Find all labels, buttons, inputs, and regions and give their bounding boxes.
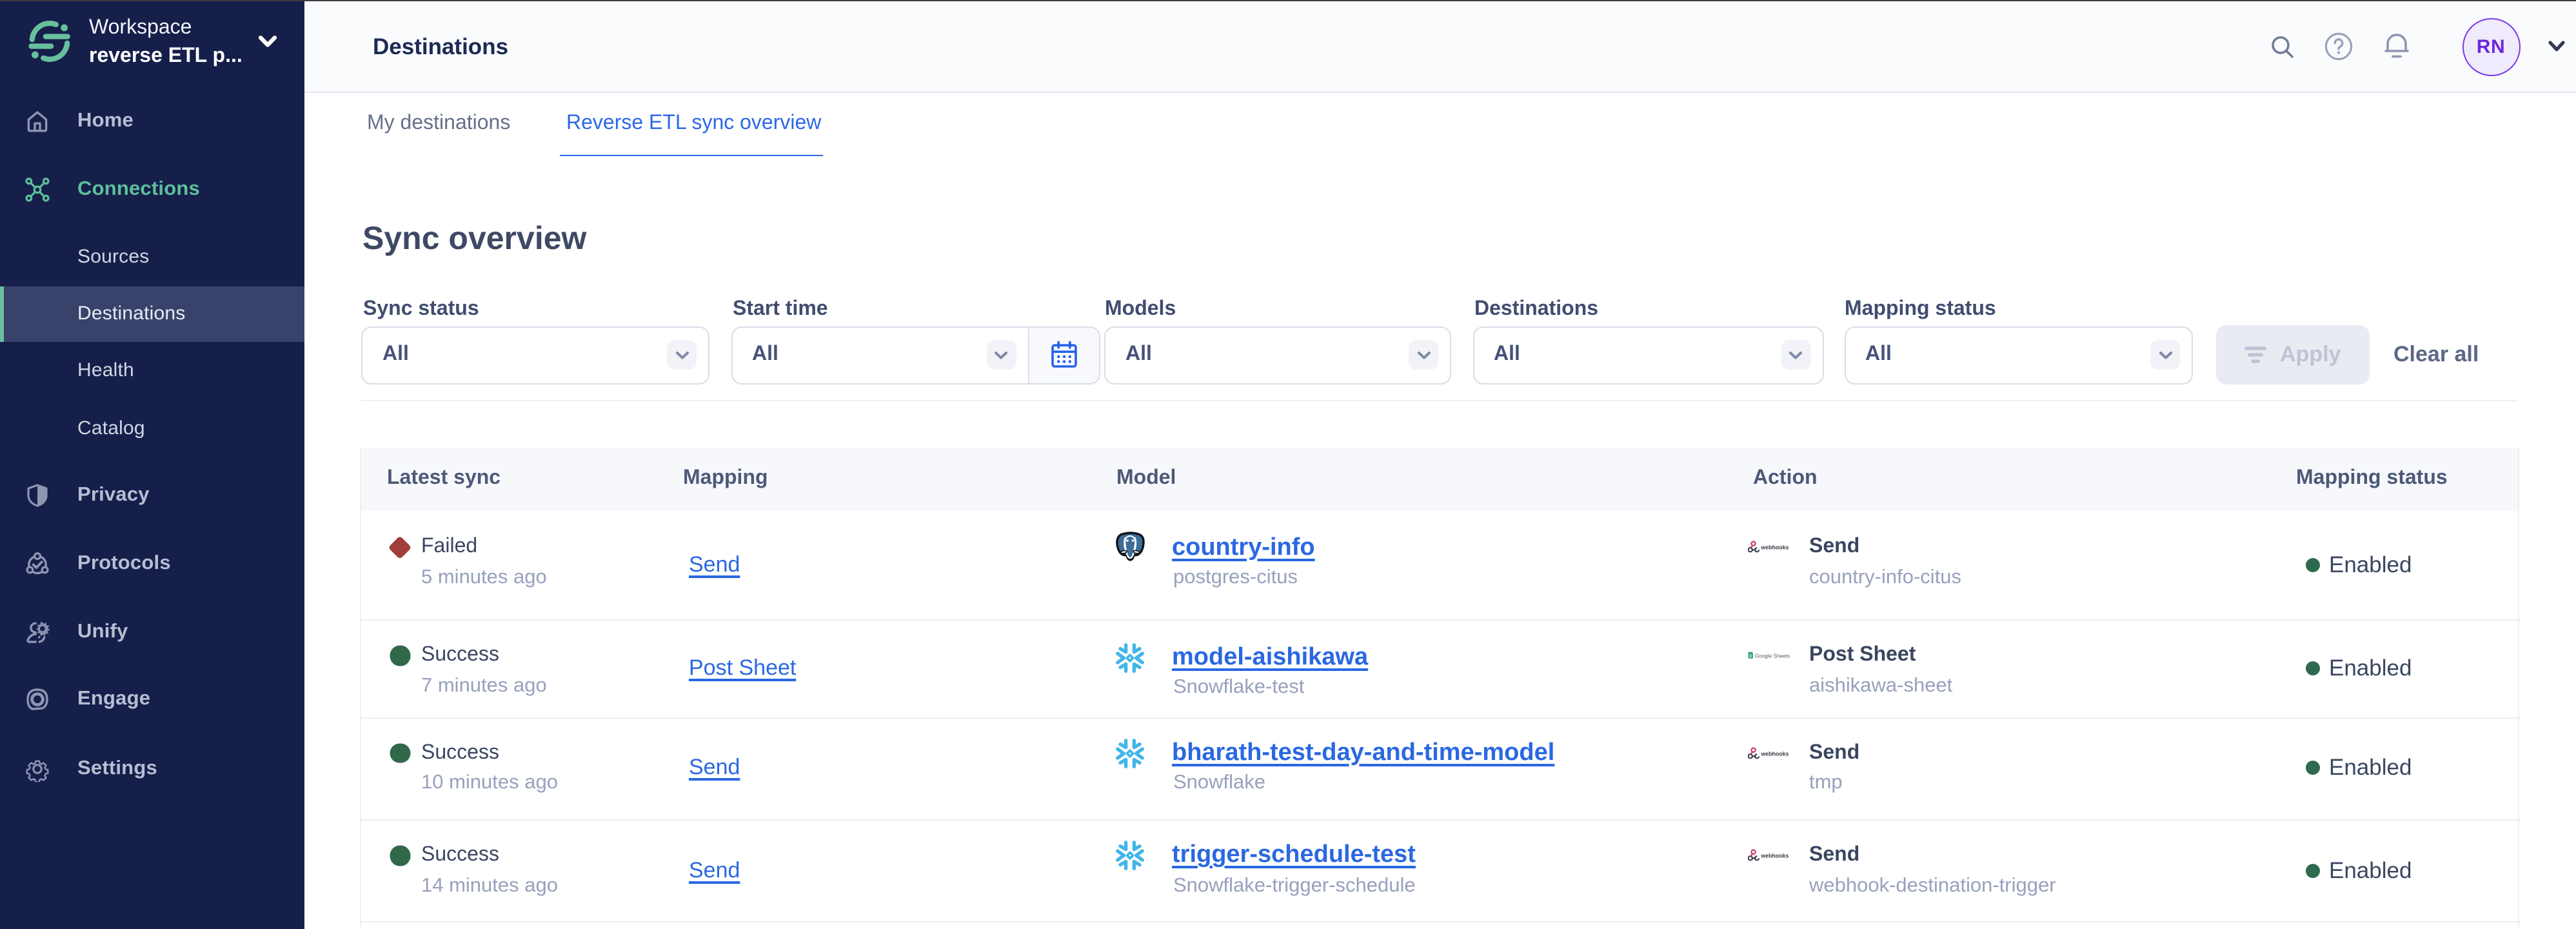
svg-text:webhooks: webhooks	[1759, 853, 1788, 859]
svg-text:webhooks: webhooks	[1759, 750, 1788, 757]
svg-text:Google Sheets: Google Sheets	[1754, 654, 1789, 659]
svg-text:webhooks: webhooks	[1759, 544, 1788, 551]
